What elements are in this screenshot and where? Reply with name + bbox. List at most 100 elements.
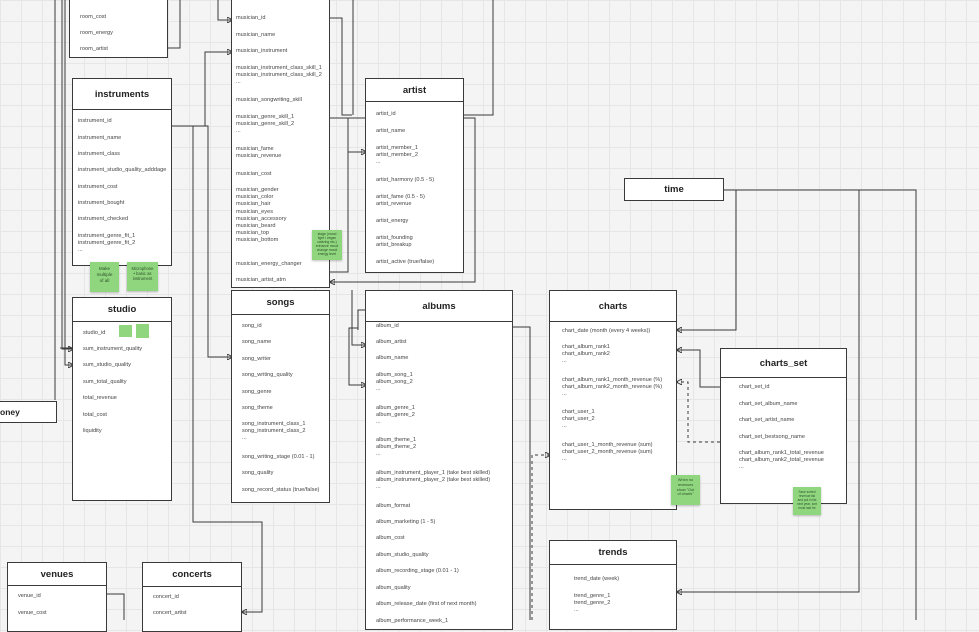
- field-album-performance: album_performance_week_1: [376, 618, 449, 624]
- field-album-id: album_id: [376, 323, 399, 329]
- field-chart-set-bestsong: chart_set_bestsong_name: [739, 434, 805, 440]
- field-chart-user-revenue: chart_user_1_month_revenue (sum) chart_u…: [562, 442, 653, 463]
- table-albums[interactable]: albums album_id album_artist album_name …: [365, 290, 513, 630]
- field-album-name: album_name: [376, 355, 409, 361]
- field-album-genres: album_genre_1 album_genre_2 ...: [376, 405, 415, 426]
- field-chart-album-ranks: chart_album_rank1 chart_album_rank2 ...: [562, 344, 610, 365]
- field-instrument-checked: instrument_checked: [78, 216, 129, 222]
- field-total-cost: total_cost: [83, 412, 107, 418]
- field-total-revenue: total_revenue: [83, 395, 117, 401]
- field-sum-instrument-quality: sum_instrument_quality: [83, 346, 143, 352]
- connector: [217, 0, 232, 20]
- field-artist-founding: artist_founding artist_breakup: [376, 235, 413, 249]
- field-artist-energy: artist_energy: [376, 218, 409, 224]
- table-venues[interactable]: venues venue_id venue_cost: [7, 562, 107, 632]
- field-song-theme: song_theme: [242, 405, 273, 411]
- field-venue-id: venue_id: [18, 593, 41, 599]
- field-song-name: song_name: [242, 339, 272, 345]
- table-instruments[interactable]: instruments instrument_id instrument_nam…: [72, 78, 172, 266]
- field-musician-class-skill: musician_instrument_class_skill_1 musici…: [236, 65, 322, 86]
- table-trends[interactable]: trends trend_date (week) trend_genre_1 t…: [549, 540, 677, 630]
- connector: [513, 326, 531, 620]
- field-artist-id: artist_id: [376, 111, 396, 117]
- field-liquidity: liquidity: [83, 428, 102, 434]
- field-album-players: album_instrument_player_1 (take best ski…: [376, 470, 491, 491]
- sticky-note[interactable]: [136, 324, 149, 338]
- field-musician-id: musician_id: [236, 15, 266, 21]
- field-chart-month-revenue: chart_album_rank1_month_revenue (%) char…: [562, 377, 663, 398]
- field-chart-users: chart_user_1 chart_user_2 ...: [562, 409, 595, 430]
- field-artist-fame: artist_fame (0.5 - 5) artist_revenue: [376, 194, 425, 208]
- field-concert-id: concert_id: [153, 594, 179, 600]
- field-album-artist: album_artist: [376, 339, 407, 345]
- field-instrument-studio-quality: instrument_studio_quality_adddage: [78, 167, 167, 173]
- connector: [172, 125, 232, 357]
- sticky-note[interactable]: When no revenues show "Out of charts": [671, 475, 700, 505]
- field-artist-name: artist_name: [376, 128, 406, 134]
- field-studio-id: studio_id: [83, 330, 106, 336]
- sticky-note[interactable]: Make multiple of all: [90, 262, 119, 292]
- table-concerts[interactable]: concerts concert_id concert_artist: [142, 562, 242, 632]
- field-album-release-date: album_release_date (first of next month): [376, 601, 477, 607]
- field-album-marketing: album_marketing (1 - 5): [376, 519, 436, 525]
- table-songs-title: songs: [232, 291, 329, 315]
- field-instrument-cost: instrument_cost: [78, 184, 118, 190]
- table-songs[interactable]: songs song_id song_name song_writer song…: [231, 290, 330, 503]
- table-charts[interactable]: charts chart_date (month (every 4 weeks)…: [549, 290, 677, 510]
- field-chart-set-id: chart_set_id: [739, 384, 770, 390]
- connector: [330, 17, 352, 116]
- table-charts-title: charts: [550, 291, 676, 322]
- table-charts-set[interactable]: charts_set chart_set_id chart_set_album_…: [720, 348, 847, 504]
- field-musician-energy-changer: musician_energy_changer: [236, 261, 302, 267]
- sticky-note[interactable]: Save sorted revenue list and put in list…: [793, 487, 821, 515]
- field-artist-active: artist_active (true/false): [376, 259, 435, 265]
- connector: [330, 117, 366, 152]
- field-album-quality: album_quality: [376, 585, 411, 591]
- connector: [677, 350, 720, 388]
- table-instruments-title: instruments: [73, 79, 171, 110]
- table-venues-title: venues: [8, 563, 106, 586]
- connector: [463, 0, 494, 116]
- field-song-writer: song_writer: [242, 356, 271, 362]
- field-song-writing-quality: song_writing_quality: [242, 372, 293, 378]
- sticky-note[interactable]: [119, 325, 132, 337]
- field-musician-fame-revenue: musician_fame musician_revenue: [236, 146, 282, 160]
- sticky-note[interactable]: stage (mood light / vegan catering etc.)…: [312, 230, 342, 260]
- table-studio-title: studio: [73, 298, 171, 322]
- field-song-quality: song_quality: [242, 470, 274, 476]
- connector: [106, 593, 125, 620]
- dash-connector: [531, 455, 550, 620]
- diagram-canvas: room_price room_cost room_energy room_ar…: [0, 0, 979, 632]
- field-room-energy: room_energy: [80, 30, 113, 36]
- table-room[interactable]: room_price room_cost room_energy room_ar…: [69, 0, 168, 58]
- field-song-writing-stage: song_writing_stage (0.01 - 1): [242, 454, 315, 460]
- field-album-studio-quality: album_studio_quality: [376, 552, 429, 558]
- field-room-cost: room_cost: [80, 14, 107, 20]
- label-money[interactable]: oney: [0, 401, 57, 423]
- connector: [168, 0, 181, 49]
- field-album-themes: album_theme_1 album_theme_2 ...: [376, 437, 417, 458]
- field-chart-set-artist-name: chart_set_artist_name: [739, 417, 795, 423]
- field-musician-artist-atm: musician_artist_atm: [236, 277, 286, 283]
- field-instrument-genre-fit: instrument_genre_fit_1 instrument_genre_…: [78, 233, 136, 254]
- field-musician-name: musician_name: [236, 32, 276, 38]
- field-chart-date: chart_date (month (every 4 weeks)): [562, 328, 651, 334]
- table-charts-set-title: charts_set: [721, 349, 846, 378]
- field-concert-artist: concert_artist: [153, 610, 187, 616]
- field-musician-songwriting: musician_songwriting_skill: [236, 97, 302, 103]
- field-sum-studio-quality: sum_studio_quality: [83, 362, 131, 368]
- field-room-artist: room_artist: [80, 46, 108, 52]
- table-trends-title: trends: [550, 541, 676, 565]
- field-venue-cost: venue_cost: [18, 610, 47, 616]
- sticky-note[interactable]: Microphone • basic as instrument: [127, 262, 158, 291]
- field-instrument-bought: instrument_bought: [78, 200, 125, 206]
- field-trend-genres: trend_genre_1 trend_genre_2 ...: [574, 593, 611, 614]
- table-artist[interactable]: artist artist_id artist_name artist_memb…: [365, 78, 464, 273]
- field-artist-members: artist_member_1 artist_member_2 ...: [376, 145, 418, 166]
- field-song-id: song_id: [242, 323, 262, 329]
- label-time[interactable]: time: [624, 178, 724, 201]
- connector: [677, 189, 737, 330]
- connector: [172, 52, 232, 127]
- field-album-recording-stage: album_recording_stage (0.01 - 1): [376, 568, 459, 574]
- dash-connector: [677, 382, 720, 443]
